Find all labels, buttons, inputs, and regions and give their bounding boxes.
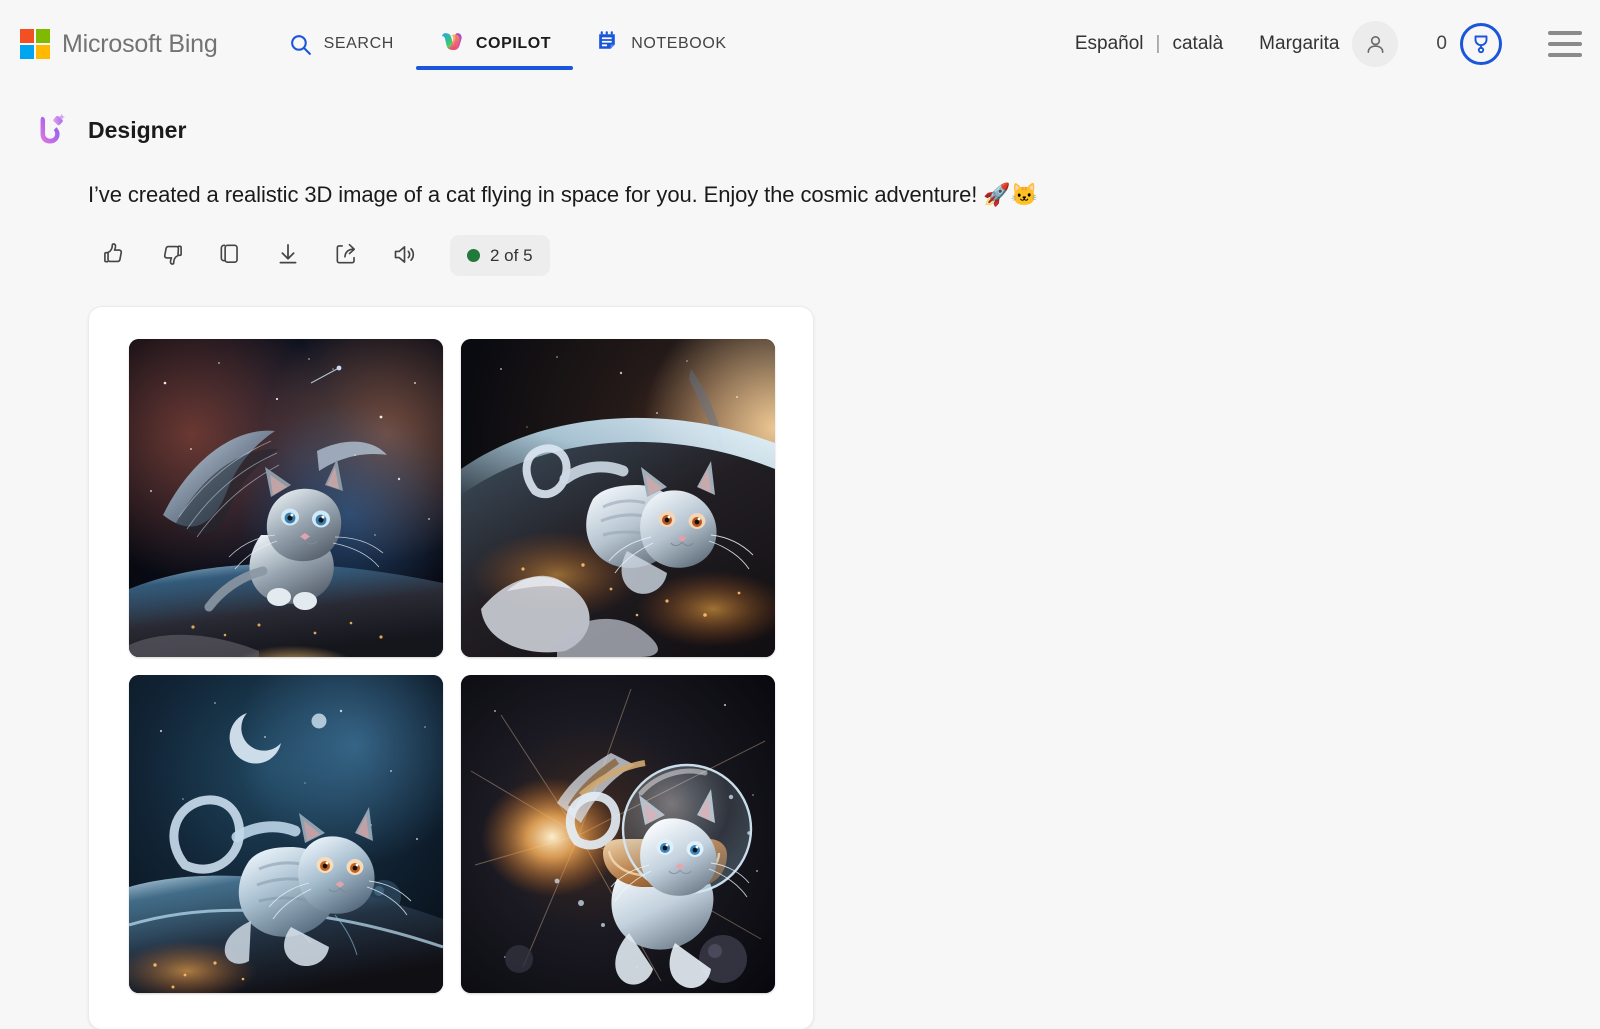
speaker-icon xyxy=(391,241,418,271)
generated-image-4[interactable] xyxy=(461,674,775,993)
tab-copilot[interactable]: COPILOT xyxy=(415,0,574,88)
brand-logo[interactable]: Microsoft Bing xyxy=(20,0,218,88)
image-results-card xyxy=(88,305,814,1029)
response-counter-label: 2 of 5 xyxy=(490,245,533,265)
copilot-icon xyxy=(438,28,465,60)
rewards-button[interactable]: 0 xyxy=(1436,23,1502,65)
agent-header: Designer xyxy=(28,108,1600,152)
share-icon xyxy=(333,241,359,270)
generated-image-2[interactable] xyxy=(461,338,775,657)
speak-button[interactable] xyxy=(382,234,426,278)
status-dot-icon xyxy=(467,249,480,263)
copy-button[interactable] xyxy=(208,234,252,278)
header-right-cluster: Español | català Margarita 0 xyxy=(1075,0,1600,88)
thumbs-down-icon xyxy=(159,241,185,270)
agent-name: Designer xyxy=(88,116,187,143)
tab-notebook-label: NOTEBOOK xyxy=(631,35,727,52)
tab-notebook[interactable]: NOTEBOOK xyxy=(573,0,748,88)
rewards-count: 0 xyxy=(1436,33,1447,54)
tab-search[interactable]: SEARCH xyxy=(266,0,416,88)
copy-icon xyxy=(217,241,243,270)
tab-search-label: SEARCH xyxy=(323,35,394,52)
generated-image-3[interactable] xyxy=(129,674,443,993)
language-secondary[interactable]: català xyxy=(1172,33,1223,55)
notebook-icon xyxy=(595,29,620,59)
main-nav: SEARCH COPILOT NOTEBOOK xyxy=(266,0,749,88)
top-header: Microsoft Bing SEARCH COPILOT NOTEBOOK E… xyxy=(0,0,1600,88)
rewards-medal-icon xyxy=(1460,23,1502,65)
response-counter[interactable]: 2 of 5 xyxy=(450,235,550,277)
conversation-pane: Designer I’ve created a realistic 3D ima… xyxy=(0,108,1600,1029)
microsoft-logo-icon xyxy=(20,29,50,59)
hamburger-menu-icon[interactable] xyxy=(1548,31,1582,57)
language-separator: | xyxy=(1155,33,1161,54)
tab-copilot-label: COPILOT xyxy=(475,35,552,52)
language-primary[interactable]: Español xyxy=(1075,33,1144,55)
search-icon xyxy=(288,32,313,57)
download-icon xyxy=(275,241,301,270)
share-button[interactable] xyxy=(324,234,368,278)
thumbs-down-button[interactable] xyxy=(150,234,194,278)
thumbs-up-icon xyxy=(101,241,127,270)
message-action-bar: 2 of 5 xyxy=(92,234,1600,278)
assistant-message: I’ve created a realistic 3D image of a c… xyxy=(88,182,1038,207)
avatar[interactable] xyxy=(1352,21,1399,67)
thumbs-up-button[interactable] xyxy=(92,234,136,278)
user-name[interactable]: Margarita xyxy=(1259,33,1339,55)
generated-image-1[interactable] xyxy=(129,338,443,657)
active-tab-indicator xyxy=(415,66,574,70)
download-button[interactable] xyxy=(266,234,310,278)
designer-wand-icon xyxy=(28,108,72,152)
brand-name: Microsoft Bing xyxy=(62,29,218,58)
